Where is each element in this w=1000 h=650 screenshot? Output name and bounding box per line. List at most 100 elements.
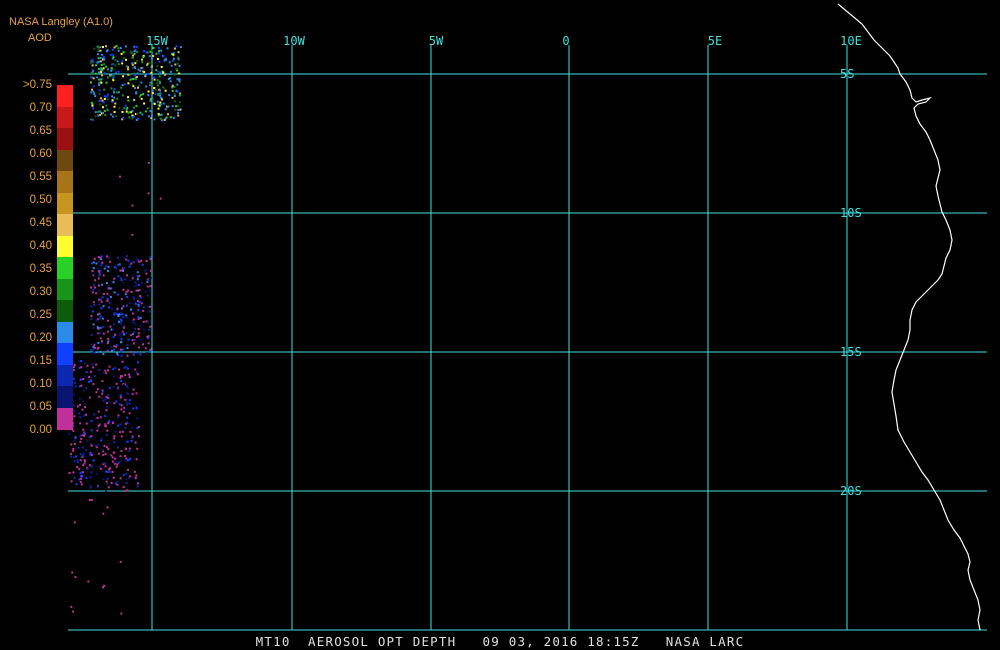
- aerosol-pixel: [105, 81, 108, 84]
- aerosol-pixel: [144, 73, 147, 76]
- aerosol-pixel: [134, 327, 137, 330]
- aerosol-pixel: [107, 443, 110, 446]
- aerosol-pixel: [123, 366, 126, 369]
- aerosol-pixel: [125, 332, 128, 335]
- aerosol-pixel: [132, 296, 135, 298]
- aerosol-pixel: [72, 449, 75, 452]
- aerosol-pixel: [90, 286, 92, 289]
- aerosol-pixel: [90, 81, 92, 84]
- aerosol-pixel: [107, 287, 110, 290]
- aerosol-pixel: [127, 68, 130, 71]
- aerosol-pixel: [151, 92, 154, 95]
- aerosol-pixel: [92, 267, 95, 270]
- aerosol-pixel: [149, 83, 152, 86]
- aerosol-pixel: [72, 369, 75, 372]
- aerosol-pixel: [73, 439, 76, 442]
- aerosol-pixel: [98, 284, 100, 287]
- aerosol-pixel: [90, 343, 93, 346]
- aerosol-pixel: [91, 273, 94, 276]
- aerosol-pixel: [146, 107, 149, 110]
- aerosol-pixel: [156, 65, 159, 67]
- aerosol-pixel: [100, 437, 103, 440]
- aerosol-pixel: [111, 471, 114, 473]
- aerosol-pixel: [173, 85, 176, 88]
- aerosol-pixel: [107, 369, 109, 372]
- aerosol-pixel: [98, 312, 101, 315]
- aerosol-pixel: [81, 408, 84, 411]
- aerosol-pixel: [148, 310, 151, 313]
- aerosol-pixel: [135, 392, 138, 395]
- aerosol-pixel: [111, 63, 114, 66]
- aerosol-pixel: [106, 350, 109, 353]
- aerosol-pixel: [95, 391, 98, 394]
- aerosol-pixel: [90, 349, 93, 352]
- aerosol-pixel: [170, 64, 173, 67]
- aerosol-pixel: [150, 114, 153, 117]
- aerosol-pixel: [132, 85, 135, 88]
- aerosol-pixel: [138, 346, 140, 349]
- aerosol-pixel: [148, 289, 151, 292]
- aerosol-pixel: [79, 453, 82, 456]
- aerosol-pixel: [117, 416, 119, 419]
- aerosol-pixel: [96, 267, 99, 270]
- aerosol-pixel: [174, 108, 177, 111]
- aerosol-pixel: [90, 444, 93, 447]
- aerosol-pixel: [80, 483, 83, 486]
- aerosol-pixel: [85, 413, 88, 416]
- aerosol-pixel: [126, 392, 128, 394]
- aerosol-pixel: [125, 304, 128, 307]
- aerosol-pixel: [80, 384, 83, 387]
- aerosol-pixel: [147, 321, 150, 324]
- aerosol-pixel: [90, 91, 93, 94]
- aerosol-pixel: [167, 105, 170, 108]
- aerosol-pixel: [122, 57, 125, 60]
- aerosol-pixel: [99, 97, 102, 100]
- aerosol-pixel: [105, 433, 108, 436]
- aerosol-pixel: [103, 98, 106, 100]
- aerosol-pixel: [129, 351, 132, 353]
- aerosol-pixel: [117, 414, 120, 417]
- aerosol-pixel: [135, 76, 138, 78]
- aerosol-pixel: [139, 317, 142, 319]
- aerosol-pixel: [116, 387, 119, 390]
- aerosol-pixel: [83, 462, 86, 465]
- aerosol-pixel: [153, 78, 156, 81]
- aerosol-pixel: [105, 372, 108, 375]
- aerosol-pixel: [92, 327, 95, 329]
- aerosol-pixel: [177, 56, 180, 59]
- legend-label: 0.45: [29, 217, 52, 229]
- aerosol-pixel: [111, 48, 114, 51]
- aerosol-pixel: [82, 428, 85, 431]
- aerosol-pixel: [147, 337, 150, 340]
- legend-swatch: [57, 214, 73, 236]
- aerosol-pixel: [92, 261, 95, 264]
- aerosol-pixel: [115, 343, 118, 346]
- aerosol-pixel: [106, 406, 109, 408]
- aerosol-pixel: [117, 49, 120, 52]
- aerosol-pixel: [120, 450, 123, 452]
- aerosol-pixel: [106, 49, 109, 52]
- aerosol-pixel: [137, 316, 140, 319]
- aerosol-pixel: [120, 404, 123, 407]
- aerosol-pixel: [106, 506, 109, 509]
- aerosol-pixel: [120, 379, 123, 382]
- aerosol-pixel: [136, 299, 139, 302]
- legend-swatch: [57, 85, 73, 107]
- aerosol-pixel: [120, 86, 123, 89]
- aerosol-pixel: [103, 584, 106, 587]
- aerosol-pixel: [132, 342, 135, 345]
- aerosol-pixel: [117, 446, 119, 449]
- aerosol-pixel: [92, 323, 95, 326]
- aerosol-pixel: [133, 98, 136, 101]
- aerosol-pixel: [145, 272, 148, 275]
- aerosol-pixel: [142, 309, 145, 312]
- aerosol-pixel: [110, 346, 113, 349]
- aerosol-pixel: [111, 95, 114, 98]
- aerosol-pixel: [124, 455, 127, 457]
- aerosol-pixel: [119, 423, 122, 426]
- aerosol-pixel: [164, 89, 167, 92]
- aerosol-pixel: [128, 373, 130, 376]
- aerosol-pixel: [149, 305, 152, 308]
- aerosol-pixel: [139, 353, 142, 356]
- aerosol-pixel: [124, 408, 127, 411]
